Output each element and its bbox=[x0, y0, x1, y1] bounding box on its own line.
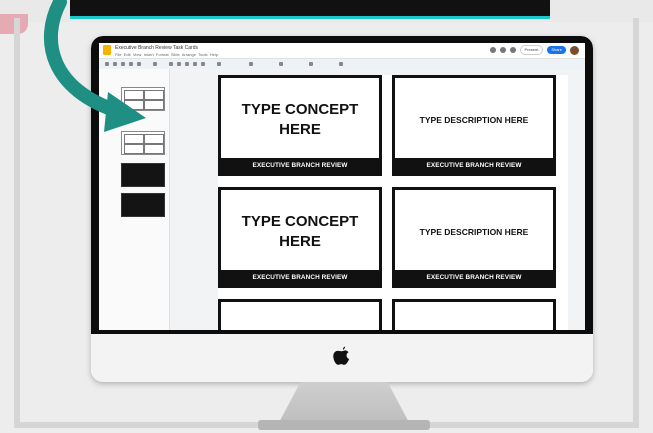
comment-add-icon[interactable] bbox=[217, 62, 221, 66]
share-button[interactable]: Share bbox=[547, 46, 566, 54]
card-footer: EXECUTIVE BRANCH REVIEW bbox=[395, 158, 553, 173]
transition-icon[interactable] bbox=[339, 62, 343, 66]
titlebar-actions: Present Share bbox=[489, 45, 579, 55]
card-text[interactable]: TYPE CONCEPT HERE bbox=[221, 190, 379, 273]
present-button[interactable]: Present bbox=[519, 45, 544, 55]
card-footer: EXECUTIVE BRANCH REVIEW bbox=[221, 158, 379, 173]
monitor-stand-base bbox=[258, 420, 430, 430]
background-icon[interactable] bbox=[249, 62, 253, 66]
thumbnail-card bbox=[124, 144, 144, 154]
task-card[interactable]: TYPE DESCRIPTION HERE EXECUTIVE BRANCH R… bbox=[392, 75, 556, 176]
slide-canvas: TYPE CONCEPT HERE EXECUTIVE BRANCH REVIE… bbox=[170, 69, 585, 330]
slide[interactable]: TYPE CONCEPT HERE EXECUTIVE BRANCH REVIE… bbox=[218, 75, 568, 330]
avatar[interactable] bbox=[570, 45, 579, 55]
slide-thumbnail[interactable] bbox=[121, 193, 165, 217]
line-icon[interactable] bbox=[201, 62, 205, 66]
curved-arrow-icon bbox=[43, 0, 146, 132]
task-card[interactable] bbox=[218, 299, 382, 330]
monitor-chin bbox=[91, 334, 593, 382]
card-footer: EXECUTIVE BRANCH REVIEW bbox=[395, 270, 553, 285]
theme-icon[interactable] bbox=[309, 62, 313, 66]
task-card[interactable] bbox=[392, 299, 556, 330]
history-icon[interactable] bbox=[489, 47, 496, 53]
video-call-icon[interactable] bbox=[509, 47, 516, 53]
comment-icon[interactable] bbox=[499, 47, 506, 53]
apple-logo-icon bbox=[333, 346, 350, 365]
menu-item-help[interactable]: Help bbox=[210, 52, 218, 57]
card-footer: EXECUTIVE BRANCH REVIEW bbox=[221, 270, 379, 285]
task-card[interactable]: TYPE CONCEPT HERE EXECUTIVE BRANCH REVIE… bbox=[218, 75, 382, 176]
card-text[interactable]: TYPE DESCRIPTION HERE bbox=[395, 78, 553, 161]
task-card[interactable]: TYPE DESCRIPTION HERE EXECUTIVE BRANCH R… bbox=[392, 187, 556, 288]
layout-icon[interactable] bbox=[279, 62, 283, 66]
task-card[interactable]: TYPE CONCEPT HERE EXECUTIVE BRANCH REVIE… bbox=[218, 187, 382, 288]
thumbnail-card bbox=[144, 144, 164, 154]
slide-thumbnail[interactable] bbox=[121, 163, 165, 187]
card-text[interactable]: TYPE DESCRIPTION HERE bbox=[395, 190, 553, 273]
card-text[interactable]: TYPE CONCEPT HERE bbox=[221, 78, 379, 161]
